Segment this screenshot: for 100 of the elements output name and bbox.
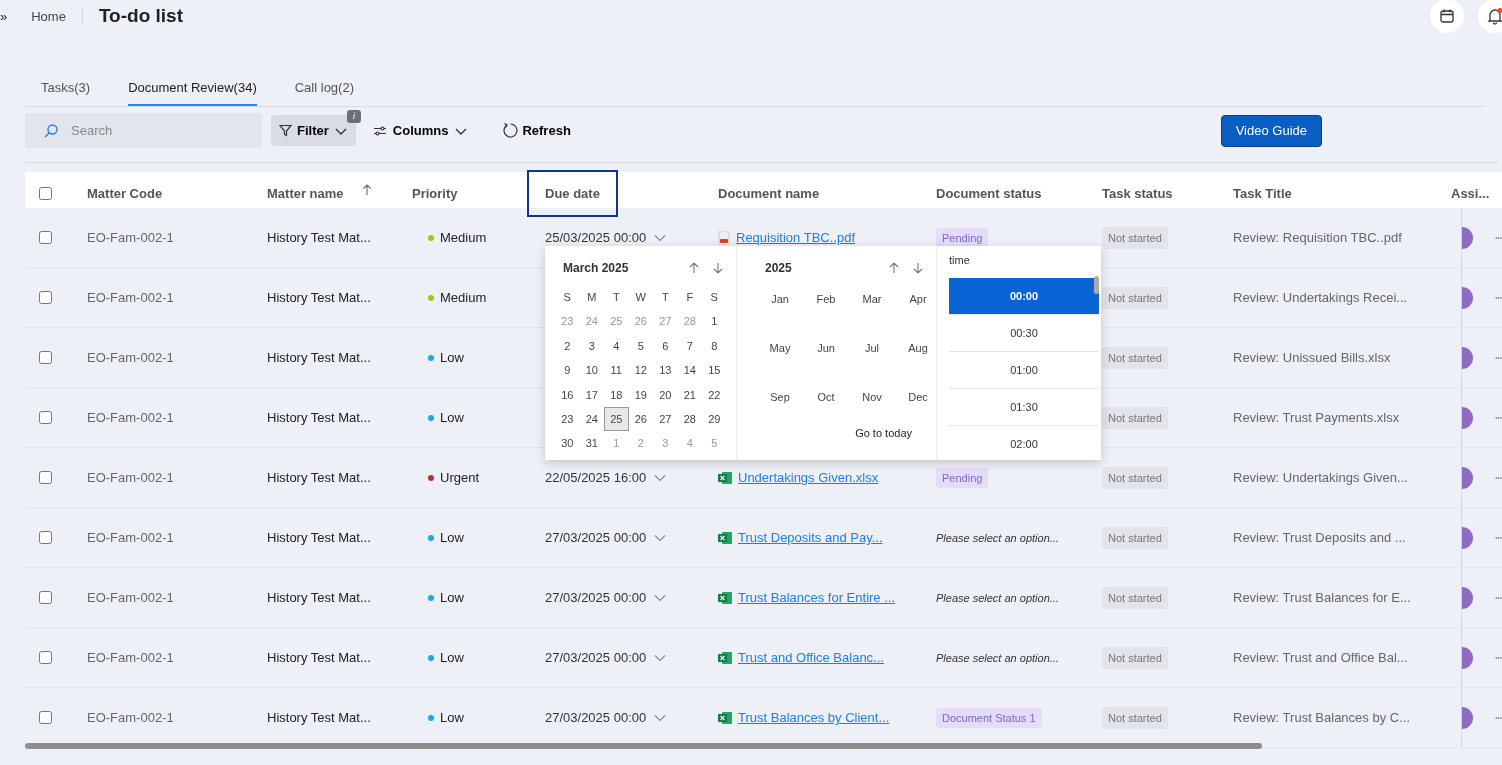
time-option[interactable]: 01:30 — [949, 389, 1099, 426]
calendar-day[interactable]: 30 — [555, 431, 580, 456]
more-icon[interactable] — [1494, 355, 1502, 360]
month-option[interactable]: Mar — [849, 286, 895, 335]
calendar-day[interactable]: 15 — [702, 358, 727, 383]
document-link[interactable]: Trust Balances for Entire ... — [738, 590, 896, 605]
date-dropdown[interactable]: 27/03/2025 00:00 — [545, 650, 667, 665]
calendar-day[interactable]: 14 — [677, 358, 702, 383]
tab[interactable]: Call log(2) — [294, 72, 354, 106]
date-dropdown[interactable]: 27/03/2025 00:00 — [545, 590, 667, 605]
month-option[interactable]: Aug — [895, 335, 941, 384]
document-link[interactable]: Undertakings Given.xlsx — [738, 470, 879, 485]
calendar-day[interactable]: 31 — [579, 431, 604, 456]
column-header[interactable]: Matter Code — [87, 182, 163, 205]
date-dropdown[interactable]: 22/05/2025 16:00 — [545, 470, 667, 485]
column-header[interactable]: Priority — [412, 182, 458, 205]
more-icon[interactable] — [1494, 415, 1502, 420]
tab[interactable]: Tasks(3) — [41, 72, 91, 106]
document-link[interactable]: Trust and Office Balanc... — [738, 650, 884, 665]
month-option[interactable]: Apr — [895, 286, 941, 335]
column-header[interactable]: Task Title — [1233, 182, 1292, 205]
video-guide-button[interactable]: Video Guide — [1220, 114, 1322, 147]
calendar-day[interactable]: 19 — [628, 382, 653, 407]
time-option[interactable]: 00:30 — [949, 315, 1099, 352]
calendar-day[interactable]: 6 — [653, 333, 678, 359]
previous-arrow-icon[interactable] — [888, 262, 900, 274]
calendar-day[interactable]: 13 — [653, 358, 678, 383]
calendar-day[interactable]: 11 — [604, 358, 629, 383]
calendar-day[interactable]: 24 — [579, 406, 604, 432]
refresh-button[interactable]: Refresh — [502, 122, 571, 139]
search-field[interactable]: Search — [25, 113, 262, 148]
status-select[interactable]: Please select an option... — [936, 591, 1059, 604]
row-checkbox[interactable] — [39, 651, 52, 664]
month-option[interactable]: Feb — [803, 286, 849, 335]
column-header[interactable]: Matter name — [267, 182, 344, 205]
calendar-day[interactable]: 18 — [604, 382, 629, 407]
month-option[interactable]: Jul — [849, 335, 895, 384]
calendar-day[interactable]: 1 — [702, 309, 727, 334]
document-link[interactable]: Trust Deposits and Pay... — [738, 530, 883, 545]
columns-button[interactable]: Columns — [372, 123, 469, 138]
row-checkbox[interactable] — [39, 591, 52, 604]
column-header[interactable]: Due date — [529, 172, 616, 215]
status-badge[interactable]: Document Status 1 — [936, 707, 1042, 728]
calendar-day[interactable]: 23 — [555, 406, 580, 432]
calendar-day[interactable]: 21 — [677, 382, 702, 407]
row-checkbox[interactable] — [39, 411, 52, 424]
column-header[interactable]: Document name — [718, 182, 820, 205]
row-checkbox[interactable] — [39, 711, 52, 724]
more-icon[interactable] — [1494, 655, 1502, 660]
more-icon[interactable] — [1494, 295, 1502, 300]
document-link[interactable]: Requisition TBC..pdf — [736, 230, 855, 245]
calendar-day[interactable]: 7 — [677, 333, 702, 359]
calendar-button[interactable] — [1430, 0, 1464, 33]
sort-up-icon[interactable] — [361, 183, 372, 196]
month-option[interactable]: May — [757, 335, 803, 384]
month-option[interactable]: Sep — [757, 384, 803, 433]
status-select[interactable]: Please select an option... — [936, 651, 1059, 664]
more-icon[interactable] — [1494, 715, 1502, 720]
date-dropdown[interactable]: 25/03/2025 00:00 — [545, 230, 667, 245]
month-option[interactable]: Oct — [803, 384, 849, 433]
expand-button[interactable]: » — [0, 8, 8, 24]
calendar-day[interactable]: 3 — [579, 333, 604, 359]
previous-arrow-icon[interactable] — [688, 262, 700, 274]
calendar-day[interactable]: 27 — [653, 406, 678, 432]
calendar-day[interactable]: 4 — [604, 333, 629, 359]
more-icon[interactable] — [1494, 535, 1502, 540]
time-option[interactable]: 00:00 — [949, 278, 1099, 315]
column-header[interactable]: Assi... — [1451, 182, 1490, 205]
calendar-day[interactable]: 26 — [628, 406, 653, 432]
month-option[interactable]: Jun — [803, 335, 849, 384]
row-checkbox[interactable] — [39, 471, 52, 484]
time-option[interactable]: 02:00 — [949, 426, 1099, 458]
row-checkbox[interactable] — [39, 531, 52, 544]
calendar-day[interactable]: 9 — [555, 358, 580, 383]
scrollbar-thumb[interactable] — [1094, 276, 1099, 294]
calendar-day[interactable]: 29 — [702, 406, 727, 432]
time-option[interactable]: 01:00 — [949, 352, 1099, 389]
horizontal-scrollbar[interactable] — [25, 743, 1262, 749]
column-header[interactable]: Task status — [1102, 182, 1173, 205]
more-icon[interactable] — [1494, 595, 1502, 600]
go-to-today-link[interactable]: Go to today — [855, 427, 912, 439]
more-icon[interactable] — [1494, 235, 1502, 240]
next-arrow-icon[interactable] — [912, 262, 924, 274]
calendar-day[interactable]: 10 — [579, 358, 604, 383]
calendar-day[interactable]: 22 — [702, 382, 727, 407]
column-header[interactable]: Document status — [936, 182, 1042, 205]
calendar-day[interactable]: 8 — [702, 333, 727, 359]
next-arrow-icon[interactable] — [712, 262, 724, 274]
calendar-day[interactable]: 28 — [677, 406, 702, 432]
date-dropdown[interactable]: 27/03/2025 00:00 — [545, 530, 667, 545]
status-badge[interactable]: Pending — [936, 227, 989, 248]
calendar-day[interactable]: 2 — [555, 333, 580, 359]
row-checkbox[interactable] — [39, 351, 52, 364]
status-select[interactable]: Please select an option... — [936, 531, 1059, 544]
calendar-day[interactable]: 25 — [604, 406, 629, 432]
date-dropdown[interactable]: 27/03/2025 00:00 — [545, 710, 667, 725]
calendar-day[interactable]: 20 — [653, 382, 678, 407]
breadcrumb-link[interactable]: Home — [31, 8, 66, 24]
calendar-day[interactable]: 12 — [628, 358, 653, 383]
calendar-day[interactable]: 5 — [628, 333, 653, 359]
